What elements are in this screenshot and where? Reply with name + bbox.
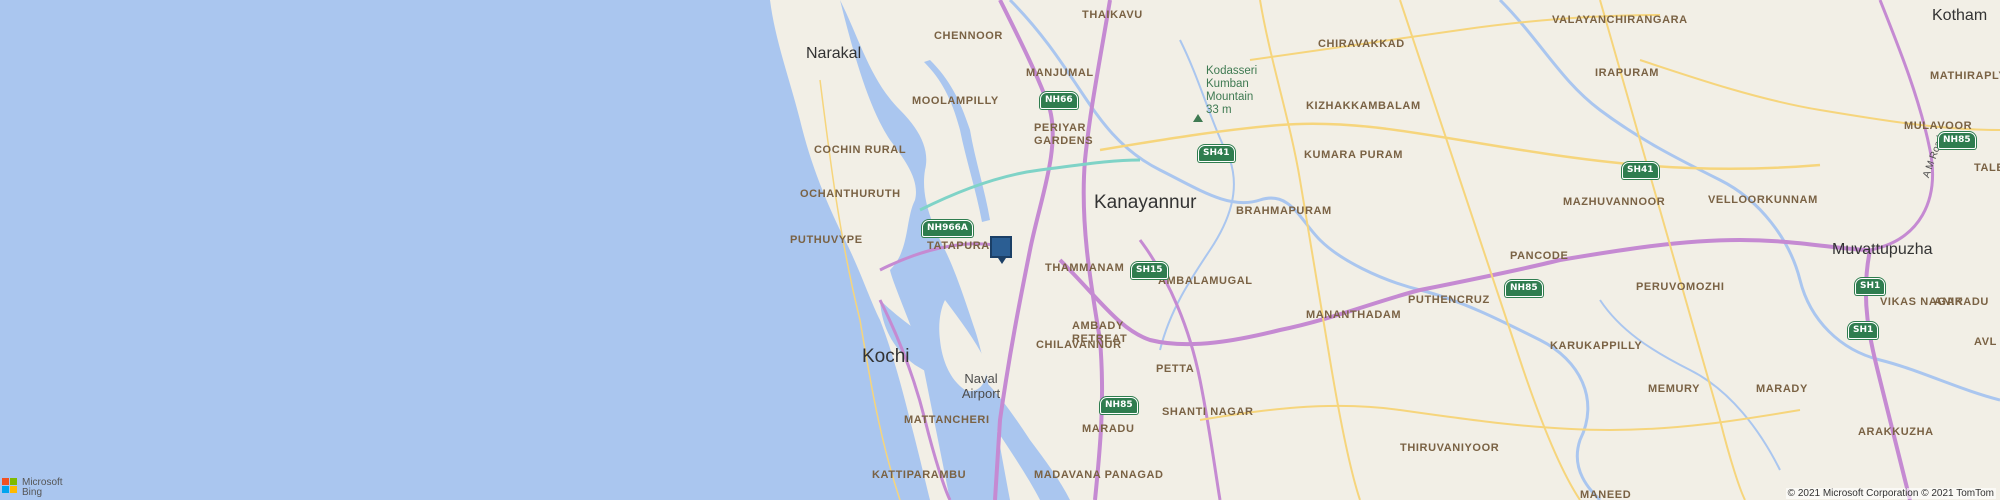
- place-label-irapuram: IRAPURAM: [1595, 67, 1660, 79]
- place-label-puthencruz: PUTHENCRUZ: [1408, 294, 1490, 306]
- shield-nh66: NH66: [1040, 92, 1078, 109]
- place-label-mazhuvannoor: MAZHUVANNOOR: [1563, 196, 1666, 208]
- place-label-thiruvaniyoor: THIRUVANIYOOR: [1400, 442, 1500, 454]
- road-minor-1: [1259, 0, 1361, 500]
- place-label-madavana-panagad: MADAVANA PANAGAD: [1034, 469, 1164, 481]
- place-label-maradu: MARADU: [1082, 423, 1135, 435]
- place-label-pancode: PANCODE: [1510, 250, 1569, 262]
- shield-nh85-center: NH85: [1505, 280, 1543, 297]
- shield-nh966a: NH966A: [922, 220, 973, 237]
- place-label-chiravakkad: CHIRAVAKKAD: [1318, 38, 1405, 50]
- place-label-kumara-puram: KUMARA PURAM: [1304, 149, 1404, 161]
- location-pin-icon[interactable]: [990, 236, 1012, 264]
- place-label-petta: PETTA: [1156, 363, 1195, 375]
- place-label-kattiparambu: KATTIPARAMBU: [872, 469, 967, 481]
- place-label-tale: TALE: [1974, 162, 2000, 174]
- shield-sh1-south: SH1: [1848, 322, 1879, 339]
- place-label-karukappilly: KARUKAPPILLY: [1550, 340, 1643, 352]
- place-label-mananthadam: MANANTHADAM: [1306, 309, 1402, 321]
- place-label-marady: MARADY: [1756, 383, 1808, 395]
- microsoft-logo-icon: [2, 478, 18, 494]
- bing-logo-line2: Bing: [22, 487, 43, 498]
- shield-sh41-east: SH41: [1622, 162, 1659, 179]
- place-label-maneed: MANEED: [1580, 489, 1632, 500]
- place-label-brahmapuram: BRAHMAPURAM: [1236, 205, 1332, 217]
- road-minor-4: [1199, 404, 1801, 432]
- bing-logo-text: Microsoft Bing: [22, 478, 63, 498]
- place-label-arakkuzha: ARAKKUZHA: [1858, 426, 1934, 438]
- place-label-mathiraply: MATHIRAPLY: [1930, 70, 2000, 82]
- place-label-mulavoor: MULAVOOR: [1904, 120, 1973, 132]
- shield-sh15: SH15: [1131, 262, 1168, 279]
- mountain-label: Kodasseri Kumban Mountain 33 m: [1206, 65, 1266, 117]
- bing-logo[interactable]: Microsoft Bing: [2, 478, 63, 498]
- place-label-shanti-nagar: SHANTI NAGAR: [1162, 406, 1254, 418]
- place-label-muvattupuzha: Muvattupuzha: [1832, 241, 1933, 258]
- place-label-avl: AVL: [1974, 336, 1997, 348]
- place-label-memury: MEMURY: [1648, 383, 1701, 395]
- sea-area: [0, 0, 930, 500]
- mountain-name: Kodasseri Kumban Mountain: [1206, 65, 1258, 103]
- shield-sh41-west: SH41: [1198, 145, 1235, 162]
- place-label-naval-airport: Naval Airport: [961, 371, 1001, 401]
- copyright-notice: © 2021 Microsoft Corporation © 2021 TomT…: [1785, 488, 1996, 499]
- place-label-narakal: Narakal: [806, 45, 862, 62]
- place-label-tatapuram: TATAPURAM: [927, 240, 1000, 252]
- place-label-chilavannur: CHILAVANNUR: [1036, 339, 1122, 351]
- mountain-elevation: 33 m: [1206, 104, 1232, 116]
- place-label-periyar-gardens: PERIYAR GARDENS: [1034, 122, 1094, 147]
- place-label-ochanthuruth: OCHANTHURUTH: [800, 188, 901, 200]
- place-label-valayanchirangara: VALAYANCHIRANGARA: [1552, 14, 1688, 26]
- shield-nh85-west: NH85: [1100, 397, 1138, 414]
- backwater-3: [924, 60, 990, 222]
- place-label-kizhakkambalam: KIZHAKKAMBALAM: [1306, 100, 1421, 112]
- place-label-thaikavu: THAIKAVU: [1082, 9, 1143, 21]
- place-label-thammanam: THAMMANAM: [1045, 262, 1125, 274]
- place-label-kanayannur: Kanayannur: [1094, 192, 1197, 213]
- place-label-manjumal: MANJUMAL: [1026, 67, 1094, 79]
- mountain-icon: [1193, 114, 1203, 122]
- place-label-puthuvype: PUTHUVYPE: [790, 234, 863, 246]
- place-label-mattancheri: MATTANCHERI: [904, 414, 990, 426]
- map-canvas[interactable]: Narakal CHENNOOR THAIKAVU MANJUMAL MOOLA…: [0, 0, 2000, 500]
- place-label-peruvomozhi: PERUVOMOZHI: [1636, 281, 1725, 293]
- place-label-ambalamugal: AMBALAMUGAL: [1158, 275, 1253, 287]
- place-label-cochin-rural: COCHIN RURAL: [814, 144, 907, 156]
- place-label-moolampilly: MOOLAMPILLY: [912, 95, 999, 107]
- shield-sh1-north: SH1: [1855, 278, 1886, 295]
- place-label-chennoor: CHENNOOR: [934, 30, 1003, 42]
- road-nh85: [1058, 237, 1871, 347]
- place-label-anikadu: ANIKADU: [1934, 296, 1989, 308]
- place-label-kochi: Kochi: [862, 346, 910, 367]
- place-label-velloorkunnam: VELLOORKUNNAM: [1708, 194, 1818, 206]
- shield-nh85-east: NH85: [1938, 132, 1976, 149]
- place-label-kotham: Kotham: [1932, 7, 1988, 24]
